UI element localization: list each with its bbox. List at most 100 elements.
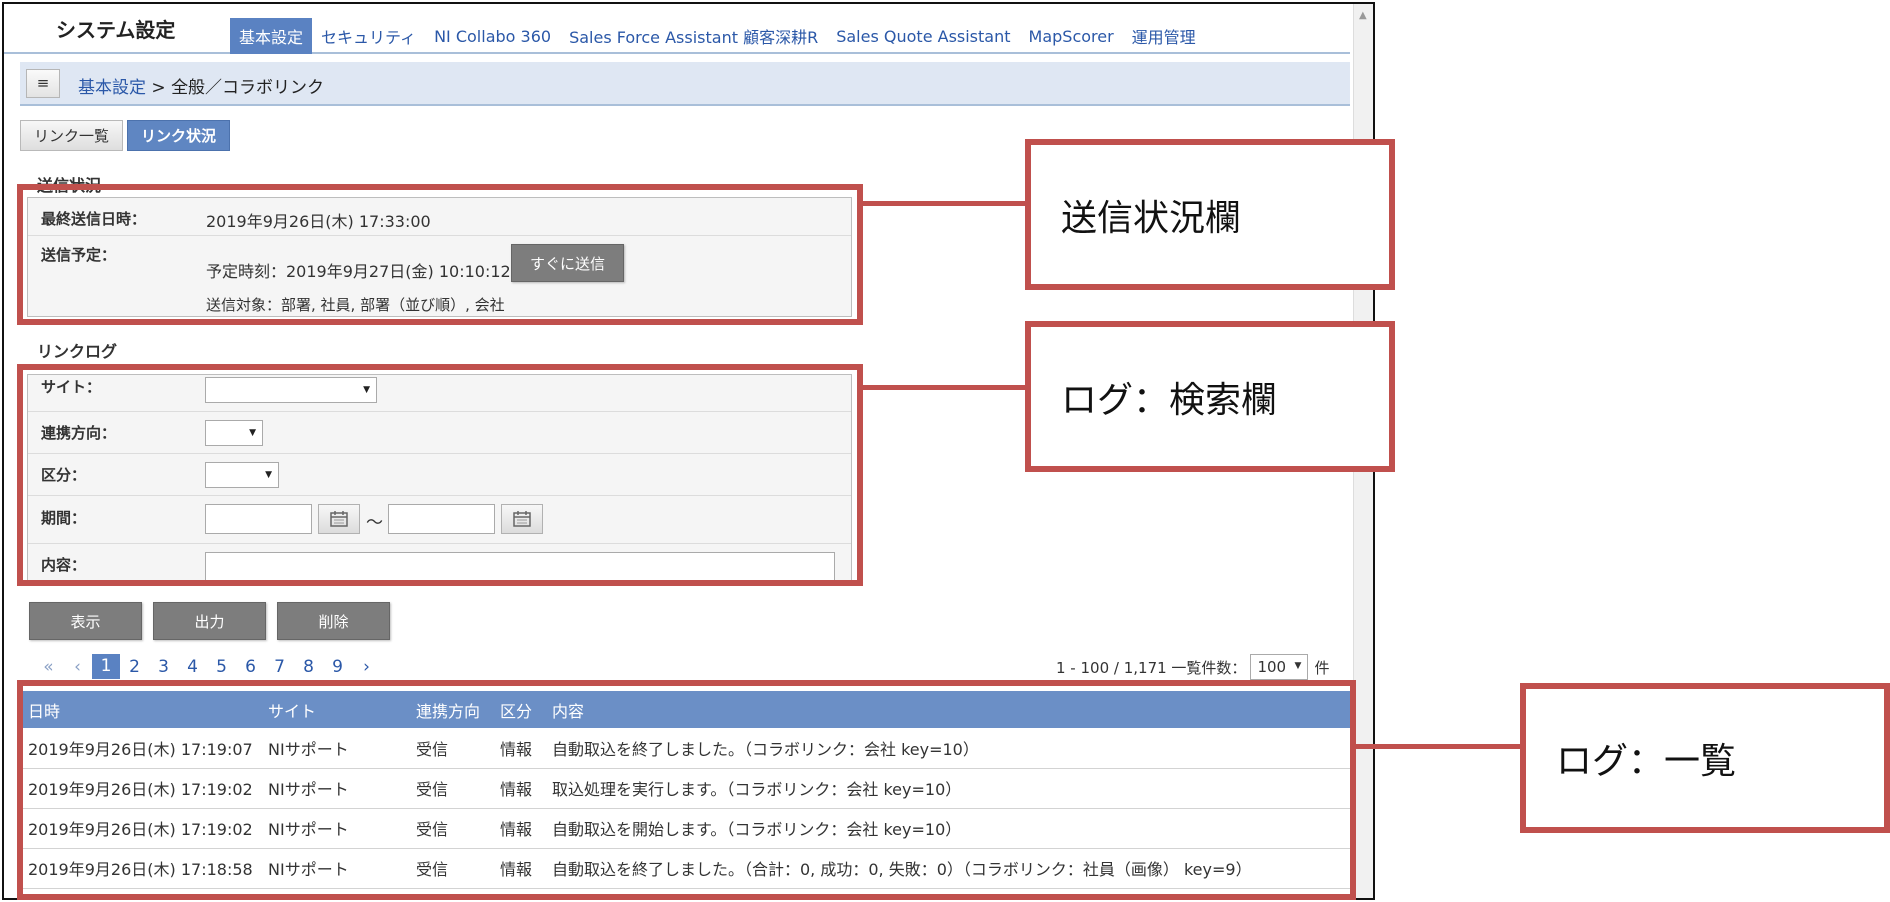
calendar-end-button[interactable] [501, 504, 543, 534]
callout-log-search: ログ：検索欄 [1025, 321, 1395, 472]
cell-site: NIサポート [262, 768, 410, 809]
cell-category: 情報 [494, 768, 546, 809]
table-row[interactable]: 2019年9月26日(木) 17:19:07 NIサポート 受信 情報 自動取込… [22, 728, 1350, 769]
per-page-select[interactable]: 100 ▼ [1250, 654, 1309, 680]
cell-category: 情報 [494, 728, 546, 769]
page-4[interactable]: 4 [178, 657, 207, 677]
scroll-up-icon[interactable]: ▲ [1359, 10, 1367, 21]
tab-basic-settings[interactable]: 基本設定 [230, 18, 313, 54]
column-header-content[interactable]: 内容 [546, 691, 1350, 728]
breadcrumb: 基本設定 > 全般／コラボリンク [78, 73, 324, 98]
cell-direction: 受信 [410, 728, 494, 769]
schedule-row: 送信予定： 予定時刻：2019年9月27日(金) 10:10:12 すぐに送信 … [28, 236, 851, 316]
next-page-button[interactable]: › [352, 657, 381, 677]
tab-link-list[interactable]: リンク一覧 [20, 120, 124, 151]
header: システム設定 基本設定 セキュリティ NI Collabo 360 Sales … [4, 4, 1350, 54]
page-3[interactable]: 3 [149, 657, 178, 677]
tab-sales-quote-assistant[interactable]: Sales Quote Assistant [827, 18, 1019, 54]
period-label: 期間： [41, 509, 87, 527]
page-8[interactable]: 8 [294, 657, 323, 677]
connector-send-status [863, 201, 1027, 206]
log-search-panel: サイト： ▼ 連携方向： ▼ 区分： ▼ 期間： ～ 内容： [27, 374, 852, 586]
tab-mapscorer[interactable]: MapScorer [1020, 18, 1123, 54]
cell-site: NIサポート [262, 728, 410, 769]
page-1[interactable]: 1 [92, 654, 120, 679]
delete-button[interactable]: 削除 [277, 602, 390, 640]
top-tabs: 基本設定 セキュリティ NI Collabo 360 Sales Force A… [230, 18, 1205, 54]
column-header-site[interactable]: サイト [262, 691, 410, 728]
send-status-panel: 最終送信日時： 2019年9月26日(木) 17:33:00 送信予定： 予定時… [27, 197, 852, 317]
column-header-direction[interactable]: 連携方向 [410, 691, 494, 728]
calendar-icon [330, 511, 348, 527]
category-select[interactable]: ▼ [205, 462, 279, 488]
category-row: 区分： ▼ [28, 454, 851, 496]
period-row: 期間： ～ [28, 496, 851, 544]
table-header: 日時 サイト 連携方向 区分 内容 [22, 691, 1350, 728]
breadcrumb-link-basic-settings[interactable]: 基本設定 [78, 78, 146, 98]
calendar-icon [513, 511, 531, 527]
tab-security[interactable]: セキュリティ [312, 18, 425, 54]
first-page-button[interactable]: « [34, 657, 63, 677]
log-table: 日時 サイト 連携方向 区分 内容 2019年9月26日(木) 17:19:07… [22, 691, 1350, 889]
calendar-start-button[interactable] [318, 504, 360, 534]
page-7[interactable]: 7 [265, 657, 294, 677]
content-input[interactable] [205, 552, 835, 584]
page-6[interactable]: 6 [236, 657, 265, 677]
direction-row: 連携方向： ▼ [28, 412, 851, 454]
cell-site: NIサポート [262, 808, 410, 849]
cell-site: NIサポート [262, 848, 410, 889]
chevron-down-icon: ▼ [249, 428, 256, 438]
link-log-title: リンクログ [37, 342, 118, 361]
chevron-down-icon: ▼ [1294, 661, 1302, 671]
table-row[interactable]: 2019年9月26日(木) 17:19:02 NIサポート 受信 情報 自動取込… [22, 808, 1350, 849]
pagination: « ‹ 1 2 3 4 5 6 7 8 9 › [34, 654, 381, 679]
category-label: 区分： [41, 466, 87, 484]
table-row[interactable]: 2019年9月26日(木) 17:19:02 NIサポート 受信 情報 取込処理… [22, 768, 1350, 809]
content-label: 内容： [41, 556, 87, 574]
content-row: 内容： [28, 544, 851, 585]
table-row[interactable]: 2019年9月26日(木) 17:18:58 NIサポート 受信 情報 自動取込… [22, 848, 1350, 889]
tab-link-status[interactable]: リンク状況 [127, 120, 231, 151]
cell-content: 自動取込を終了しました。（コラボリンク：会社 key=10） [546, 728, 1350, 769]
cell-datetime: 2019年9月26日(木) 17:19:07 [22, 728, 262, 769]
page-5[interactable]: 5 [207, 657, 236, 677]
period-start-input[interactable] [205, 504, 312, 534]
period-end-input[interactable] [388, 504, 495, 534]
page-9[interactable]: 9 [323, 657, 352, 677]
connector-log-search [863, 385, 1027, 390]
direction-label: 連携方向： [41, 424, 117, 442]
tab-sales-force-assistant[interactable]: Sales Force Assistant 顧客深耕R [560, 18, 827, 54]
site-row: サイト： ▼ [28, 375, 851, 412]
last-sent-label: 最終送信日時： [41, 210, 147, 228]
breadcrumb-separator: > [146, 78, 172, 98]
cell-content: 取込処理を実行します。（コラボリンク：会社 key=10） [546, 768, 1350, 809]
tab-ni-collabo[interactable]: NI Collabo 360 [425, 18, 560, 54]
breadcrumb-bar: ≡ 基本設定 > 全般／コラボリンク [20, 62, 1350, 106]
show-button[interactable]: 表示 [29, 602, 142, 640]
prev-page-button[interactable]: ‹ [63, 657, 92, 677]
menu-icon[interactable]: ≡ [26, 69, 60, 98]
send-targets: 送信対象：部署, 社員, 部署（並び順）, 会社 [206, 296, 505, 314]
period-separator: ～ [366, 513, 383, 533]
last-sent-row: 最終送信日時： 2019年9月26日(木) 17:33:00 [28, 198, 851, 236]
per-page-unit: 件 [1314, 658, 1330, 677]
column-header-datetime[interactable]: 日時 [22, 691, 262, 728]
page-2[interactable]: 2 [120, 657, 149, 677]
cell-datetime: 2019年9月26日(木) 17:19:02 [22, 808, 262, 849]
sub-tabs: リンク一覧 リンク状況 [20, 120, 231, 151]
send-now-button[interactable]: すぐに送信 [511, 244, 624, 282]
result-range: 1 - 100 / 1,171 一覧件数： [1056, 658, 1247, 677]
export-button[interactable]: 出力 [153, 602, 266, 640]
site-select[interactable]: ▼ [205, 377, 377, 403]
cell-direction: 受信 [410, 768, 494, 809]
breadcrumb-current: 全般／コラボリンク [171, 78, 325, 98]
cell-datetime: 2019年9月26日(木) 17:18:58 [22, 848, 262, 889]
direction-select[interactable]: ▼ [205, 420, 263, 446]
schedule-time: 予定時刻：2019年9月27日(金) 10:10:12 [206, 262, 511, 281]
tab-operation-management[interactable]: 運用管理 [1123, 18, 1205, 54]
column-header-category[interactable]: 区分 [494, 691, 546, 728]
cell-category: 情報 [494, 848, 546, 889]
per-page-value: 100 [1257, 658, 1287, 676]
cell-content: 自動取込を終了しました。（合計：0, 成功：0, 失敗：0）（コラボリンク：社員… [546, 848, 1350, 889]
connector-log-list [1356, 744, 1522, 749]
